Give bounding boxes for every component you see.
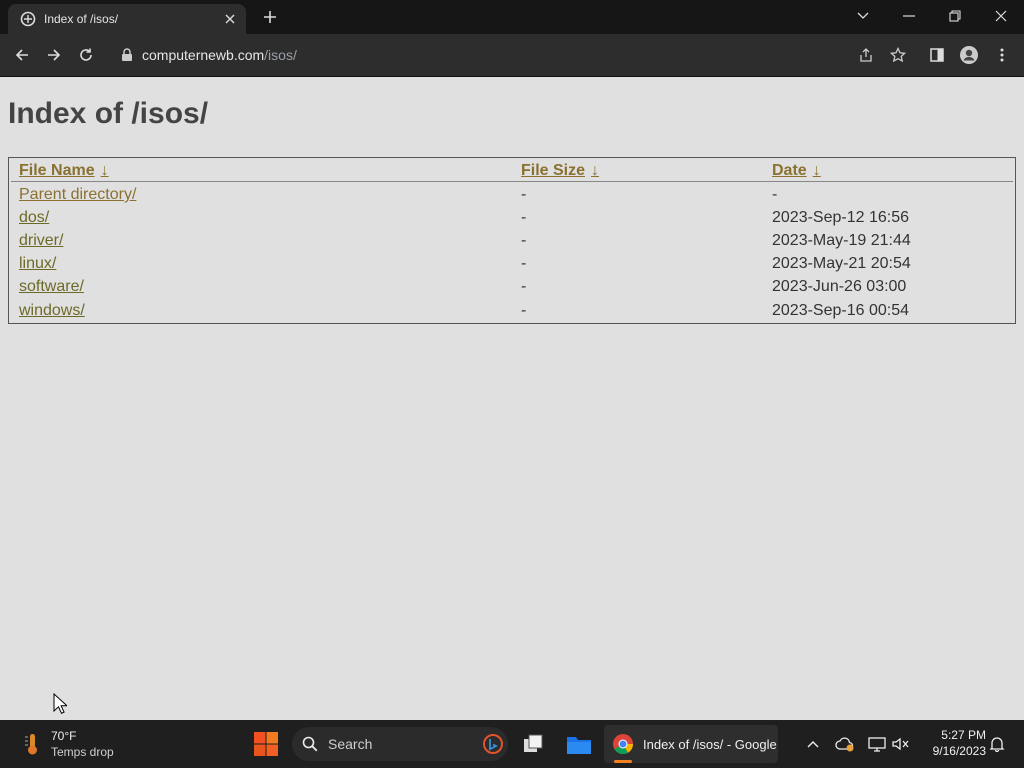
file-link[interactable]: windows/ [19,302,85,320]
browser-toolbar: computernewb.com/isos/ [0,34,1024,76]
site-favicon-icon [20,11,36,27]
minimize-icon[interactable] [886,0,932,32]
table-row: software/ - 2023-Jun-26 03:00 [9,278,1015,301]
clock-date: 9/16/2023 [932,744,986,758]
active-indicator [614,760,632,763]
file-date: 2023-May-19 21:44 [772,232,911,249]
file-date: 2023-Sep-12 16:56 [772,209,909,226]
column-header-date: Date [772,162,807,179]
lock-icon[interactable] [120,47,134,63]
share-icon[interactable] [852,41,880,69]
file-date: 2023-Jun-26 03:00 [772,278,907,295]
task-view-icon[interactable] [519,730,547,758]
side-panel-icon[interactable] [923,41,951,69]
kebab-menu-icon[interactable] [988,41,1016,69]
close-icon[interactable] [222,11,238,27]
chevron-up-icon[interactable] [802,732,824,756]
file-size: - [521,302,527,319]
file-size: - [521,209,527,226]
header-divider [11,181,1013,182]
tab-title: Index of /isos/ [44,12,119,26]
file-link[interactable]: linux/ [19,255,56,273]
windows-logo-icon[interactable] [252,730,280,758]
weather-widget[interactable]: 70°F Temps drop [18,728,128,760]
column-header-size: File Size [521,162,586,179]
file-link[interactable]: software/ [19,278,84,296]
taskbar-search[interactable]: Search [292,727,508,761]
file-size: - [521,186,527,203]
chrome-icon [613,734,634,755]
onedrive-icon[interactable] [834,732,856,756]
search-label: Search [328,736,373,752]
profile-icon[interactable] [955,41,983,69]
network-icon[interactable] [866,732,888,756]
file-size: - [521,278,527,295]
page-title: Index of /isos/ [8,97,209,130]
forward-arrow-icon[interactable] [40,41,68,69]
weather-temp: 70°F [51,729,77,743]
url-path: /isos/ [264,47,297,63]
page-content: Index of /isos/ File Name ↓ File Size ↓ Da… [0,77,1024,720]
table-row: dos/ - 2023-Sep-12 16:56 [9,209,1015,232]
taskbar: 70°F Temps drop Search Index of /isos/ -… [0,720,1024,768]
chevron-down-icon[interactable] [840,0,886,32]
column-header-name: File Name [19,162,95,179]
sort-arrow-icon: ↓ [591,162,600,179]
reload-icon[interactable] [72,41,100,69]
notification-bell-icon[interactable] [986,732,1008,756]
file-date: 2023-May-21 20:54 [772,255,911,272]
plus-icon[interactable] [258,6,282,28]
file-explorer-icon[interactable] [565,730,593,758]
browser-tab[interactable]: Index of /isos/ [8,4,246,34]
sort-by-date-link[interactable]: Date ↓ [772,162,821,180]
tab-strip: Index of /isos/ [0,0,1024,34]
directory-listing: File Name ↓ File Size ↓ Date ↓ Parent direc… [8,157,1016,324]
file-size: - [521,232,527,249]
file-date: - [772,186,778,203]
taskbar-window-label: Index of /isos/ - Google [643,737,777,752]
taskbar-chrome-window[interactable]: Index of /isos/ - Google [604,725,778,763]
sort-by-size-link[interactable]: File Size ↓ [521,162,599,180]
mouse-cursor-icon [53,693,67,714]
file-link[interactable]: driver/ [19,232,63,250]
table-row: driver/ - 2023-May-19 21:44 [9,232,1015,255]
volume-muted-icon[interactable] [890,732,912,756]
url-host: computernewb.com [142,47,265,63]
weather-text: Temps drop [51,745,114,759]
sort-arrow-icon: ↓ [100,162,109,179]
system-clock[interactable]: 5:27 PM 9/16/2023 [920,727,986,759]
star-icon[interactable] [884,41,912,69]
address-bar[interactable]: computernewb.com/isos/ [106,39,922,71]
table-row: Parent directory/ - - [9,186,1015,209]
restore-icon[interactable] [932,0,978,32]
file-date: 2023-Sep-16 00:54 [772,302,909,319]
bing-icon[interactable] [483,734,503,754]
file-size: - [521,255,527,272]
sort-arrow-icon: ↓ [812,162,821,179]
file-link[interactable]: Parent directory/ [19,186,136,204]
table-row: windows/ - 2023-Sep-16 00:54 [9,302,1015,325]
thermometer-icon [25,734,37,755]
window-close-icon[interactable] [978,0,1024,32]
sort-by-name-link[interactable]: File Name ↓ [19,162,109,180]
back-arrow-icon[interactable] [8,41,36,69]
clock-time: 5:27 PM [941,728,986,742]
url-text[interactable]: computernewb.com/isos/ [142,47,297,63]
table-row: linux/ - 2023-May-21 20:54 [9,255,1015,278]
file-link[interactable]: dos/ [19,209,49,227]
search-icon [302,736,318,752]
